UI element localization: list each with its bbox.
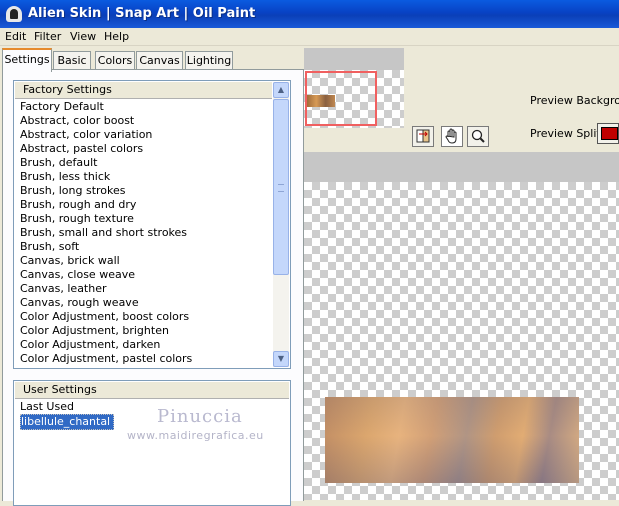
factory-setting-item[interactable]: Abstract, color boost: [19, 114, 192, 128]
factory-setting-item[interactable]: Brush, small and short strokes: [19, 226, 192, 240]
tab-lighting[interactable]: Lighting: [185, 51, 233, 70]
user-settings-header: User Settings: [15, 382, 289, 399]
user-setting-row: libellule_chantal: [19, 414, 115, 430]
factory-setting-item[interactable]: Canvas, leather: [19, 282, 192, 296]
factory-setting-item[interactable]: Canvas, rough weave: [19, 296, 192, 310]
factory-settings-header-label: Factory Settings: [23, 83, 112, 96]
compare-button[interactable]: [412, 126, 434, 147]
tab-canvas[interactable]: Canvas: [136, 51, 183, 70]
preview-image-texture: [325, 397, 579, 483]
hand-icon: [445, 128, 457, 144]
navigator-thumbnail[interactable]: [304, 70, 404, 128]
factory-settings-items: Factory Default Abstract, color boost Abst…: [19, 100, 192, 366]
factory-setting-item[interactable]: Brush, long strokes: [19, 184, 192, 198]
factory-setting-item[interactable]: Factory Default: [19, 100, 192, 114]
hand-tool-button[interactable]: [441, 126, 463, 147]
tab-basic[interactable]: Basic: [53, 51, 91, 70]
zoom-icon: [471, 129, 485, 143]
user-settings-list[interactable]: User Settings Last Used libellule_chanta…: [13, 380, 291, 506]
window-title: Alien Skin | Snap Art | Oil Paint: [28, 6, 256, 21]
watermark-url: www.maidiregrafica.eu: [127, 429, 264, 442]
compare-icon: [416, 129, 430, 143]
preview-split-swatch: [601, 127, 618, 140]
factory-settings-list[interactable]: Factory Settings Factory Default Abstract…: [13, 80, 291, 369]
alien-skin-logo-icon[interactable]: [6, 6, 22, 22]
navigator-view-frame[interactable]: [305, 71, 377, 126]
tab-colors[interactable]: Colors: [95, 51, 135, 70]
factory-setting-item[interactable]: Brush, rough and dry: [19, 198, 192, 212]
preview-split-label: Preview Split:: [530, 127, 605, 140]
scroll-thumb[interactable]: [273, 99, 289, 275]
scroll-down-button[interactable]: ▼: [273, 351, 289, 367]
menu-filter[interactable]: Filter: [34, 30, 61, 43]
factory-setting-item[interactable]: Color Adjustment, pastel colors: [19, 352, 192, 366]
menu-help[interactable]: Help: [104, 30, 129, 43]
factory-setting-item[interactable]: Brush, soft: [19, 240, 192, 254]
factory-setting-item[interactable]: Color Adjustment, brighten: [19, 324, 192, 338]
preview-top-band: [304, 152, 619, 182]
user-settings-header-label: User Settings: [23, 383, 97, 396]
factory-setting-item[interactable]: Canvas, close weave: [19, 268, 192, 282]
preview-canvas[interactable]: [304, 182, 619, 500]
user-setting-libellule-chantal[interactable]: libellule_chantal: [20, 414, 115, 430]
preview-split-color-button[interactable]: [597, 123, 619, 144]
preview-image: [325, 397, 579, 483]
factory-settings-scrollbar[interactable]: ▲ ▼: [273, 82, 289, 367]
factory-setting-item[interactable]: Abstract, pastel colors: [19, 142, 192, 156]
factory-setting-item[interactable]: Color Adjustment, boost colors: [19, 310, 192, 324]
user-settings-items: Last Used libellule_chantal: [19, 400, 115, 430]
factory-setting-item[interactable]: Abstract, color variation: [19, 128, 192, 142]
factory-setting-item[interactable]: Color Adjustment, darken: [19, 338, 192, 352]
menu-view[interactable]: View: [70, 30, 96, 43]
factory-setting-item[interactable]: Brush, rough texture: [19, 212, 192, 226]
menu-bar: Edit Filter View Help: [0, 28, 619, 46]
watermark-name: Pinuccia: [157, 406, 243, 427]
navigator-top-band: [304, 48, 404, 70]
scroll-up-button[interactable]: ▲: [273, 82, 289, 98]
factory-setting-item[interactable]: Brush, less thick: [19, 170, 192, 184]
factory-settings-header: Factory Settings: [15, 82, 272, 99]
title-bar: Alien Skin | Snap Art | Oil Paint: [0, 0, 619, 28]
factory-setting-item[interactable]: Brush, default: [19, 156, 192, 170]
menu-edit[interactable]: Edit: [5, 30, 26, 43]
factory-setting-item[interactable]: Canvas, brick wall: [19, 254, 192, 268]
tab-settings[interactable]: Settings: [2, 48, 52, 72]
user-setting-last-used[interactable]: Last Used: [19, 400, 114, 414]
zoom-tool-button[interactable]: [467, 126, 489, 147]
preview-background-label: Preview Backgrou: [530, 94, 619, 107]
